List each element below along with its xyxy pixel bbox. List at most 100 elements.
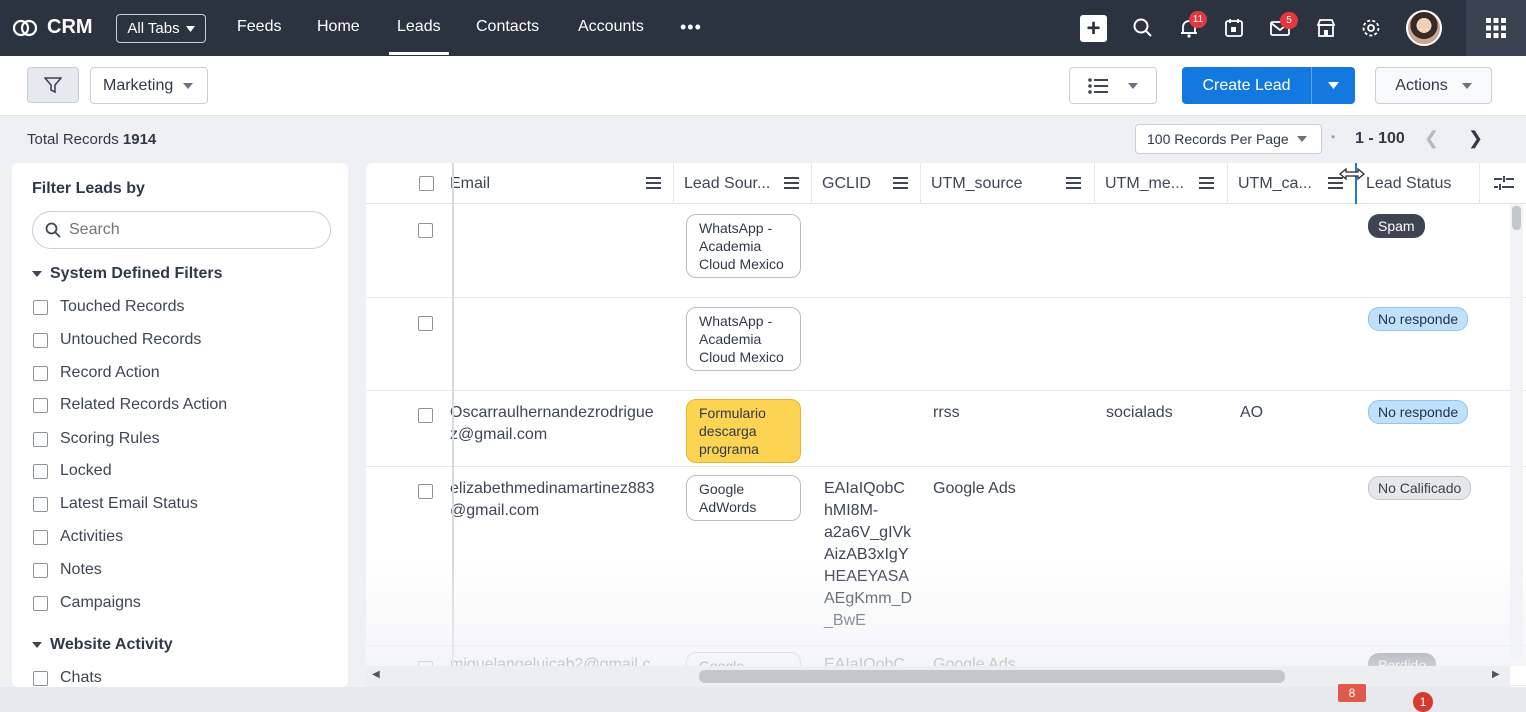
- bottom-badge[interactable]: 8: [1338, 684, 1366, 702]
- calendar-icon[interactable]: [1222, 16, 1246, 40]
- quick-create-button[interactable]: +: [1080, 15, 1107, 42]
- filter-option-label: Related Records Action: [60, 396, 228, 413]
- filter-option-label: Notes: [60, 561, 102, 578]
- checkbox[interactable]: [33, 670, 48, 686]
- column-header-lead-status[interactable]: Lead Status: [1356, 163, 1480, 204]
- list-toolbar: Marketing Create Lead Actions: [0, 56, 1526, 116]
- filter-option[interactable]: Locked: [33, 462, 112, 480]
- list-view-switcher[interactable]: [1069, 67, 1157, 104]
- column-settings-icon[interactable]: [1494, 176, 1514, 190]
- checkbox[interactable]: [33, 431, 48, 447]
- gclid-line: _BwE: [824, 612, 866, 629]
- more-tabs-icon[interactable]: •••: [680, 17, 702, 38]
- table-row[interactable]: WhatsApp - Academia Cloud Mexico Spam: [366, 204, 1526, 298]
- all-tabs-label: All Tabs: [127, 20, 180, 37]
- filter-option[interactable]: Chats: [33, 669, 102, 687]
- caret-down-icon: [185, 25, 195, 32]
- filter-option-label: Locked: [60, 462, 112, 479]
- column-menu-icon[interactable]: [893, 176, 908, 190]
- table-row[interactable]: elizabethmedinamartinez883 @gmail.com Go…: [366, 467, 1526, 646]
- checkbox[interactable]: [33, 365, 48, 381]
- checkbox[interactable]: [33, 397, 48, 413]
- scroll-left-icon[interactable]: ◀: [372, 669, 380, 680]
- column-menu-icon[interactable]: [784, 176, 799, 190]
- column-label: UTM_source: [931, 174, 1023, 192]
- bottom-badge[interactable]: 1: [1413, 692, 1433, 712]
- nav-tab-home[interactable]: Home: [317, 18, 360, 36]
- checkbox[interactable]: [33, 299, 48, 315]
- column-menu-icon[interactable]: [646, 176, 661, 190]
- column-header-email[interactable]: Email: [440, 163, 674, 204]
- next-page-icon[interactable]: ❯: [1468, 128, 1483, 149]
- crm-logo[interactable]: CRM: [11, 16, 93, 39]
- all-tabs-dropdown[interactable]: All Tabs: [116, 14, 206, 43]
- nav-tab-feeds[interactable]: Feeds: [237, 18, 281, 36]
- filter-search-input[interactable]: [69, 221, 309, 239]
- email-cell[interactable]: elizabethmedinamartinez883 @gmail.com: [450, 478, 655, 522]
- row-checkbox[interactable]: [418, 484, 433, 499]
- filter-option[interactable]: Notes: [33, 561, 102, 579]
- records-per-page-dropdown[interactable]: 100 Records Per Page: [1135, 124, 1322, 154]
- checkbox[interactable]: [33, 332, 48, 348]
- filter-option-label: Record Action: [60, 364, 160, 381]
- email-cell[interactable]: Oscarraulhernandezrodrigue z@gmail.com: [450, 402, 654, 446]
- filter-option[interactable]: Latest Email Status: [33, 495, 198, 513]
- select-all-checkbox[interactable]: [419, 176, 434, 191]
- filter-option[interactable]: Untouched Records: [33, 331, 201, 349]
- email-line: z@gmail.com: [450, 426, 548, 443]
- nav-tab-contacts[interactable]: Contacts: [476, 18, 539, 36]
- nav-tab-leads[interactable]: Leads: [397, 18, 441, 36]
- search-icon[interactable]: [1131, 16, 1155, 40]
- checkbox[interactable]: [33, 562, 48, 578]
- scroll-right-icon[interactable]: ▶: [1492, 669, 1500, 680]
- actions-dropdown[interactable]: Actions: [1375, 67, 1492, 104]
- row-checkbox[interactable]: [418, 223, 433, 238]
- checkbox[interactable]: [33, 529, 48, 545]
- horizontal-scroll-thumb[interactable]: [699, 670, 1285, 683]
- column-menu-icon[interactable]: [1066, 176, 1081, 190]
- column-label: UTM_me...: [1105, 174, 1185, 192]
- filter-option[interactable]: Record Action: [33, 364, 160, 382]
- checkbox[interactable]: [33, 595, 48, 611]
- checkbox[interactable]: [33, 496, 48, 512]
- create-lead-button[interactable]: Create Lead: [1182, 67, 1311, 104]
- actions-label: Actions: [1395, 76, 1448, 94]
- column-menu-icon[interactable]: [1199, 176, 1214, 190]
- filter-option[interactable]: Campaigns: [33, 594, 141, 612]
- utm-campaign-cell: AO: [1240, 404, 1264, 421]
- gclid-line: AizAB3xIgY: [824, 546, 909, 563]
- filter-icon: [44, 77, 62, 94]
- vertical-scrollbar[interactable]: [1510, 204, 1523, 658]
- filter-option-label: Chats: [60, 669, 102, 686]
- row-checkbox[interactable]: [418, 316, 433, 331]
- website-activity-section[interactable]: Website Activity: [32, 636, 173, 654]
- gclid-line: HEAEYASA: [824, 568, 910, 585]
- caret-down-icon: [32, 642, 42, 648]
- apps-grid-button[interactable]: [1466, 0, 1526, 56]
- filter-title: Filter Leads by: [32, 180, 145, 197]
- filter-search-box[interactable]: [32, 211, 331, 249]
- filter-option[interactable]: Activities: [33, 528, 123, 546]
- leads-table: Email Lead Sour... GCLID UTM_source UTM_…: [366, 163, 1526, 687]
- previous-page-icon[interactable]: ❮: [1424, 128, 1439, 149]
- filter-option[interactable]: Scoring Rules: [33, 430, 160, 448]
- checkbox[interactable]: [33, 463, 48, 479]
- gear-icon[interactable]: [1359, 16, 1383, 40]
- create-lead-dropdown[interactable]: [1311, 67, 1355, 104]
- nav-tab-accounts[interactable]: Accounts: [578, 18, 644, 36]
- user-avatar[interactable]: [1406, 10, 1442, 46]
- table-row[interactable]: Oscarraulhernandezrodrigue z@gmail.com F…: [366, 391, 1526, 467]
- custom-view-dropdown[interactable]: Marketing: [90, 67, 208, 104]
- system-filters-section[interactable]: System Defined Filters: [32, 265, 223, 283]
- caret-down-icon: [1296, 136, 1307, 142]
- filter-option[interactable]: Touched Records: [33, 298, 185, 316]
- filter-toggle-button[interactable]: [27, 67, 79, 103]
- row-checkbox[interactable]: [418, 408, 433, 423]
- caret-down-icon: [1328, 82, 1339, 89]
- email-line: elizabethmedinamartinez883: [450, 480, 655, 497]
- table-row[interactable]: WhatsApp - Academia Cloud Mexico No resp…: [366, 298, 1526, 391]
- marketplace-icon[interactable]: [1314, 16, 1338, 40]
- filter-option[interactable]: Related Records Action: [33, 396, 227, 414]
- vertical-scroll-thumb[interactable]: [1512, 206, 1521, 230]
- caret-down-icon: [1128, 82, 1138, 89]
